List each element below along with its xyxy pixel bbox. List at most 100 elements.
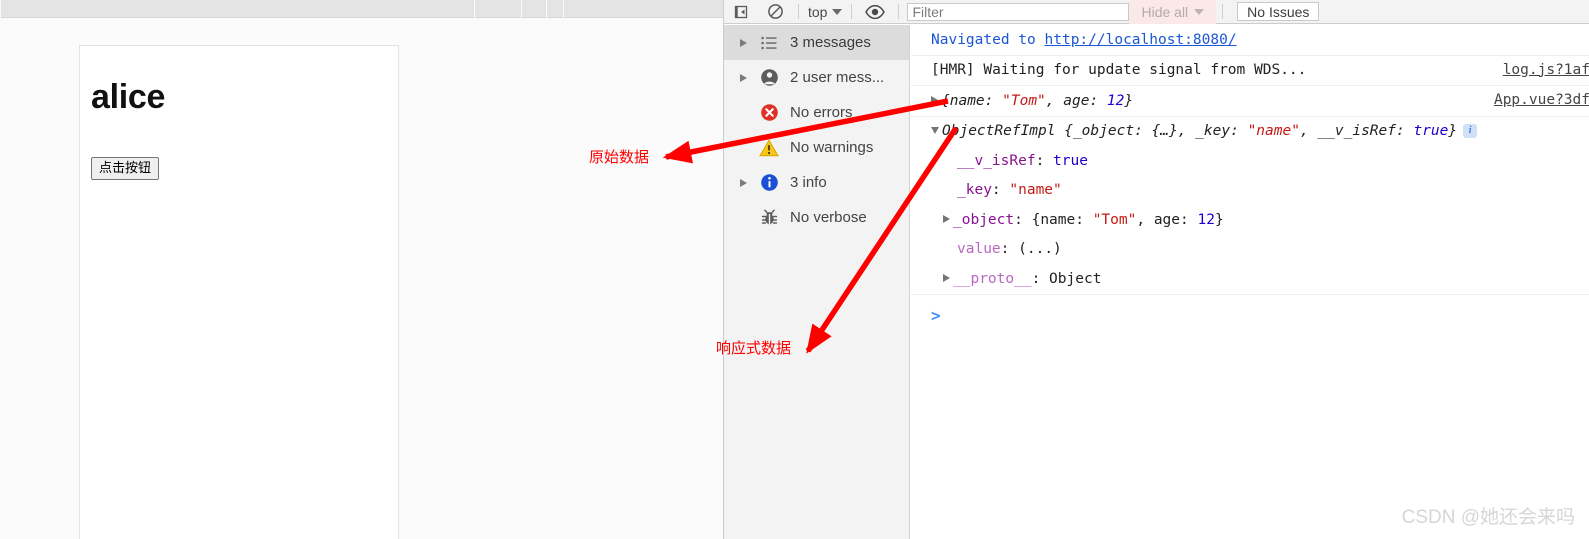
expand-triangle-icon[interactable]	[931, 95, 938, 104]
annotation-label-reactive-data: 响应式数据	[716, 339, 792, 357]
prop-key-label: _key	[957, 182, 992, 198]
no-issues-button[interactable]: No Issues	[1237, 2, 1320, 21]
log-row-ref-header[interactable]: ObjectRefImpl {_object: {…}, _key: "name…	[911, 117, 1589, 147]
value-age: 12	[1197, 211, 1215, 228]
sidebar-item-warnings[interactable]: No warnings	[724, 130, 909, 165]
error-icon	[759, 103, 779, 122]
colon: :	[1031, 270, 1050, 287]
sidebar-item-label: 3 messages	[790, 34, 871, 51]
expand-triangle-icon[interactable]	[740, 73, 750, 82]
key-age: age	[1063, 92, 1090, 109]
bug-icon	[759, 209, 779, 226]
colon: :	[984, 92, 1003, 109]
click-button[interactable]: 点击按钮	[91, 157, 160, 181]
prop-key-value: "name"	[1247, 123, 1300, 139]
log-row-prop-proto[interactable]: __proto__: Object	[911, 264, 1589, 295]
comma: ,	[1299, 123, 1318, 139]
colon: :	[1035, 152, 1054, 169]
log-row-prop-value[interactable]: value: (...)	[911, 235, 1589, 265]
tab-separator	[0, 0, 1, 18]
no-issues-label: No Issues	[1247, 3, 1310, 20]
toolbar-divider	[851, 4, 853, 19]
page-title: alice	[91, 78, 166, 116]
sidebar-item-user-messages[interactable]: 2 user mess...	[724, 60, 909, 95]
prop-isref: __v_isRef	[1317, 123, 1396, 139]
colon: :	[1000, 241, 1019, 257]
collapse-triangle-icon[interactable]	[931, 126, 939, 134]
colon: :	[1396, 123, 1414, 139]
chevron-down-icon	[1194, 8, 1205, 15]
brace-open: {	[1064, 123, 1073, 139]
execution-context-selector[interactable]: top	[805, 4, 845, 20]
hide-all-dropdown[interactable]: Hide all	[1129, 0, 1217, 24]
sidebar-item-errors[interactable]: No errors	[724, 95, 909, 130]
csdn-watermark: CSDN @她还会来吗	[1401, 507, 1575, 528]
source-link-log-js[interactable]: log.js?1af	[1503, 62, 1589, 78]
toolbar-divider	[798, 4, 799, 19]
expand-triangle-icon[interactable]	[943, 214, 950, 223]
toolbar-divider	[898, 4, 900, 19]
clear-console-icon[interactable]	[724, 0, 758, 24]
tab-separator	[521, 0, 522, 18]
prop-key-label: _object	[953, 211, 1015, 228]
sidebar-item-label: No verbose	[790, 209, 867, 226]
execution-context-label: top	[808, 3, 828, 20]
log-row-raw-object[interactable]: {name: "Tom", age: 12} App.vue?3df	[911, 86, 1589, 117]
prop-object-value: : {…},	[1134, 123, 1196, 139]
prop-key: _key	[1195, 123, 1231, 139]
log-row-prop-object[interactable]: _object: {name: "Tom", age: 12}	[911, 205, 1589, 235]
sidebar-item-label: 3 info	[790, 174, 827, 191]
eye-icon[interactable]	[858, 0, 892, 24]
tab-separator	[546, 0, 547, 18]
sidebar-item-info[interactable]: 3 info	[724, 165, 909, 200]
console-prompt[interactable]: >	[911, 295, 1589, 325]
sidebar-item-label: No warnings	[790, 139, 874, 156]
console-log-list[interactable]: Navigated to http://localhost:8080/ [HMR…	[911, 25, 1589, 539]
expand-triangle-icon[interactable]	[740, 178, 750, 187]
prop-value: "name"	[1009, 182, 1062, 198]
value-age: 12	[1106, 92, 1125, 109]
expand-triangle-icon[interactable]	[740, 38, 750, 47]
devtools-console-panel: top Hide all No Issues	[723, 0, 1589, 539]
brace-open: {	[941, 92, 950, 109]
console-toolbar: top Hide all No Issues	[724, 0, 1589, 24]
hide-all-label: Hide all	[1141, 3, 1189, 20]
sidebar-item-verbose[interactable]: No verbose	[724, 200, 909, 235]
sidebar-item-messages[interactable]: 3 messages	[724, 25, 909, 60]
prop-value[interactable]: (...)	[1018, 241, 1062, 257]
expand-triangle-icon[interactable]	[943, 273, 950, 282]
brace-open: {	[1031, 211, 1041, 228]
value-name: "Tom"	[1002, 92, 1046, 109]
key-name: name	[1040, 211, 1076, 228]
browser-chrome-strip	[0, 0, 723, 18]
info-badge-icon[interactable]: i	[1463, 124, 1478, 138]
key-name: name	[949, 92, 985, 109]
comma: ,	[1136, 211, 1154, 228]
navigated-prefix: Navigated to	[931, 31, 1045, 48]
web-page-viewport: alice 点击按钮	[0, 19, 722, 539]
comma: ,	[1045, 92, 1064, 109]
sidebar-item-label: No errors	[790, 104, 853, 121]
log-row-navigated[interactable]: Navigated to http://localhost:8080/	[911, 25, 1589, 56]
list-icon	[759, 36, 779, 50]
navigated-url-link[interactable]: http://localhost:8080/	[1045, 32, 1237, 48]
source-link-app-vue[interactable]: App.vue?3df	[1494, 93, 1589, 108]
colon: :	[1075, 211, 1093, 228]
app-container: alice 点击按钮	[79, 45, 399, 539]
colon: :	[1089, 92, 1107, 109]
prop-key-label: __v_isRef	[957, 152, 1036, 169]
colon: :	[991, 182, 1010, 198]
tab-separator	[474, 0, 475, 18]
log-row-hmr[interactable]: [HMR] Waiting for update signal from WDS…	[911, 56, 1589, 86]
prop-value: Object	[1049, 270, 1102, 287]
brace-close: }	[1124, 92, 1134, 109]
class-name: ObjectRefImpl	[942, 123, 1065, 139]
warning-icon	[759, 138, 779, 157]
sidebar-item-label: 2 user mess...	[790, 69, 885, 86]
prompt-caret-icon: >	[931, 305, 941, 325]
prop-key-label: value	[957, 241, 1001, 257]
filter-input[interactable]	[907, 2, 1130, 21]
colon: :	[1230, 123, 1248, 139]
no-entry-icon[interactable]	[758, 0, 792, 24]
colon: :	[1180, 211, 1198, 228]
